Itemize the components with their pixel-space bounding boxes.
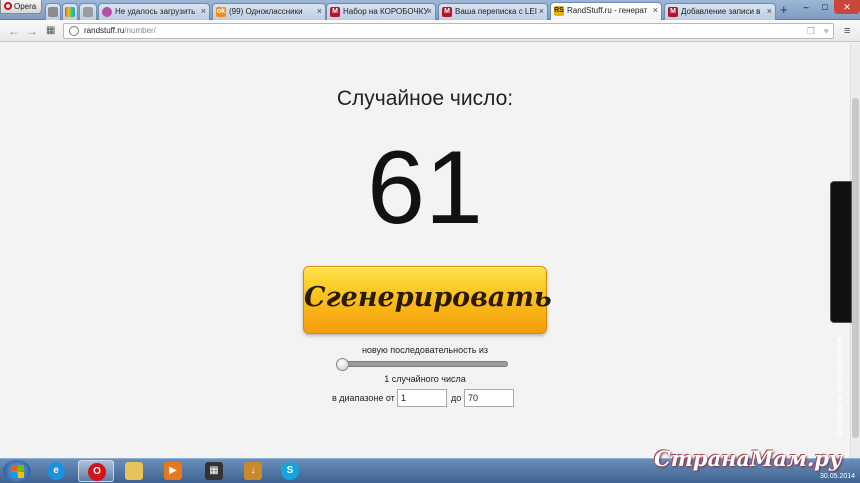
close-tab-icon[interactable]: × — [653, 3, 658, 18]
close-tab-icon[interactable]: × — [539, 4, 544, 19]
taskbar-download[interactable]: ↓ — [235, 460, 271, 482]
maximize-button[interactable]: □ — [816, 0, 834, 14]
opera-menu-button[interactable]: Opera — [0, 0, 42, 14]
ok-icon: ok — [216, 7, 226, 17]
tab-pinned-3[interactable] — [79, 3, 97, 20]
heart-icon[interactable]: ♥ — [824, 24, 829, 38]
media-icon: ▶ — [164, 462, 182, 480]
slider-handle[interactable] — [336, 358, 349, 371]
tab-title: RandStuff.ru - генерат — [567, 6, 648, 15]
random-number: 61 — [367, 130, 483, 246]
opera-icon: O — [88, 463, 106, 481]
range-from-label: в диапазоне от — [332, 393, 395, 403]
download-icon: ↓ — [244, 462, 262, 480]
tab-title: Не удалось загрузить — [115, 7, 196, 16]
url-host: randstuff.ru — [84, 26, 125, 35]
ie-icon: e — [47, 462, 65, 480]
tab-pinned-2[interactable] — [62, 3, 78, 20]
close-tab-icon[interactable]: × — [767, 4, 772, 19]
sequence-label: новую последовательность из — [361, 345, 489, 355]
windows-logo-part — [18, 465, 24, 471]
globe-icon — [69, 26, 79, 36]
tab-perepiska[interactable]: M Ваша переписка с LEI × — [438, 3, 548, 20]
back-button[interactable]: ← — [8, 23, 20, 39]
start-button[interactable] — [3, 460, 31, 482]
menu-icon[interactable]: ≡ — [844, 24, 850, 38]
taskbar-media[interactable]: ▶ — [155, 460, 191, 482]
tab-add-entry[interactable]: M Добавление записи в × — [664, 3, 776, 20]
new-tab-button[interactable]: + — [780, 3, 788, 17]
taskbar-video[interactable]: ▦ — [196, 460, 232, 482]
sequence-slider[interactable] — [338, 361, 508, 367]
doc-icon — [48, 7, 58, 17]
tab-title: Набор на КОРОБОЧКУ — [343, 7, 429, 16]
close-window-button[interactable]: ✕ — [834, 0, 860, 14]
folder-icon — [125, 462, 143, 480]
close-tab-icon[interactable]: × — [427, 4, 432, 19]
colorful-icon — [65, 7, 75, 17]
bookmark-icon[interactable]: ❐ — [807, 24, 815, 38]
generate-button[interactable]: Сгенерировать — [303, 266, 552, 334]
tab-title: (99) Одноклассники — [229, 7, 303, 16]
m-icon: M — [668, 7, 678, 17]
url-input[interactable]: randstuff.ru/number/ ❐ ♥ — [63, 23, 834, 39]
opera-logo-icon — [4, 2, 12, 10]
feedback-tab[interactable]: Отзывы и предложения — [830, 181, 852, 437]
skype-icon: S — [281, 462, 299, 480]
flag-icon — [83, 7, 93, 17]
clock-date: 30.05.2014 — [820, 473, 856, 480]
close-tab-icon[interactable]: × — [201, 4, 206, 19]
forward-button[interactable]: → — [26, 23, 38, 39]
tab-pinned-1[interactable] — [45, 3, 61, 20]
taskbar-skype[interactable]: S — [272, 460, 308, 482]
feedback-label: Отзывы и предложения — [835, 337, 844, 438]
url-path: /number/ — [124, 26, 156, 35]
speed-dial-icon[interactable]: ▦ — [46, 23, 55, 39]
rs-icon: RS — [554, 6, 564, 16]
max-input[interactable]: 70 — [464, 389, 514, 407]
result-heading: Случайное число: — [336, 87, 514, 110]
minimize-button[interactable]: – — [796, 0, 816, 14]
tab-load-error[interactable]: Не удалось загрузить × — [98, 3, 210, 20]
windows-logo-part — [11, 472, 17, 478]
clapper-icon: ▦ — [205, 462, 223, 480]
opera-menu-label: Opera — [14, 2, 37, 11]
m-icon: M — [442, 7, 452, 17]
watermark-logo: СтранаМам.ру — [654, 446, 842, 471]
scrollbar-thumb[interactable] — [852, 98, 859, 438]
tab-title: Добавление записи в — [681, 7, 761, 16]
taskbar-opera[interactable]: O — [78, 460, 114, 482]
m-icon: M — [330, 7, 340, 17]
close-tab-icon[interactable]: × — [317, 4, 322, 19]
taskbar-ie[interactable]: e — [38, 460, 74, 482]
tab-title: Ваша переписка с LEI — [455, 7, 537, 16]
tab-korobochka[interactable]: M Набор на КОРОБОЧКУ × — [326, 3, 436, 20]
count-label: 1 случайного числа — [384, 374, 466, 384]
taskbar-explorer[interactable] — [116, 460, 152, 482]
tab-strip: Opera Не удалось загрузить × ok (99) Одн… — [0, 0, 860, 20]
range-to-label: до — [451, 393, 462, 403]
tab-odnoklassniki[interactable]: ok (99) Одноклассники × — [212, 3, 326, 20]
address-toolbar: ← → ▦ randstuff.ru/number/ ❐ ♥ ≡ — [0, 20, 860, 42]
windows-logo-icon — [11, 465, 17, 471]
windows-logo-part — [18, 472, 24, 478]
power-icon — [102, 7, 112, 17]
tab-randstuff[interactable]: RS RandStuff.ru - генерат × — [550, 2, 662, 20]
min-input[interactable]: 1 — [397, 389, 447, 407]
